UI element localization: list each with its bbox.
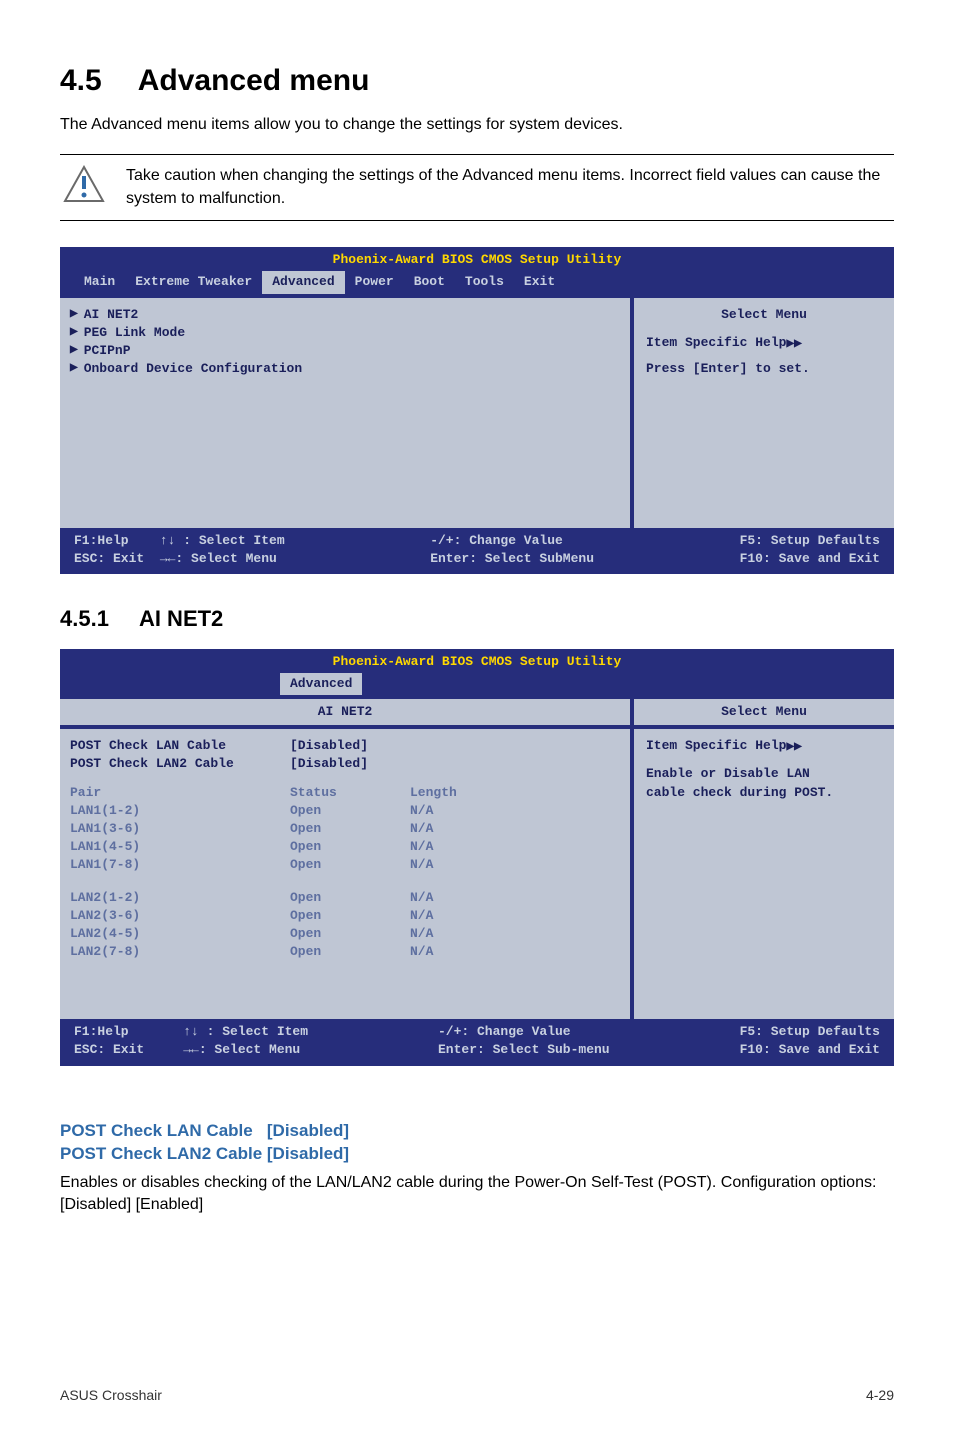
footer-col3: F5: Setup DefaultsF10: Save and Exit [740,532,880,568]
item-specific-help: Item Specific Help [646,737,882,755]
tab-main[interactable]: Main [74,271,125,293]
table-row: LAN1(1-2)OpenN/A [70,802,620,820]
footer-col1: F1:Help ↑↓ : Select ItemESC: Exit →←: Se… [74,532,285,568]
help-hint-line1: Enable or Disable LAN [646,765,882,783]
bios-title: Phoenix-Award BIOS CMOS Setup Utility [60,649,894,673]
option-body: Enables or disables checking of the LAN/… [60,1172,894,1217]
section-number: 4.5 [60,64,102,97]
bios-screen-advanced: Phoenix-Award BIOS CMOS Setup Utility Ma… [60,247,894,574]
table-row: LAN2(4-5)OpenN/A [70,925,620,943]
section-name: Advanced menu [138,64,370,97]
bios-title: Phoenix-Award BIOS CMOS Setup Utility [60,247,894,271]
arrow-right-icon [786,335,801,350]
caution-notice: Take caution when changing the settings … [60,154,894,221]
menu-item-ai-net2[interactable]: ▶AI NET2 [70,306,620,324]
bios-left-panel: POST Check LAN Cable [Disabled] POST Che… [60,729,634,1019]
tab-advanced[interactable]: Advanced [280,673,362,695]
triangle-icon: ▶ [70,362,78,376]
menu-item-peg-link[interactable]: ▶PEG Link Mode [70,324,620,342]
item-specific-help: Item Specific Help [646,334,882,352]
subsection-title: 4.5.1 AI NET2 [60,604,894,635]
tab-advanced[interactable]: Advanced [262,271,344,293]
triangle-icon: ▶ [70,326,78,340]
table-row: LAN1(7-8)OpenN/A [70,856,620,874]
bios-footer: F1:Help ↑↓ : Select ItemESC: Exit →←: Se… [60,1019,894,1065]
arrow-right-icon [786,738,801,753]
row-post-lan[interactable]: POST Check LAN Cable [Disabled] [70,737,620,755]
footer-right: 4-29 [866,1386,894,1406]
tab-power[interactable]: Power [345,271,404,293]
warning-icon [60,165,108,203]
subsection-name: AI NET2 [139,606,223,631]
bios-right-panel: Item Specific Help Enable or Disable LAN… [634,729,894,1019]
table-row: LAN2(1-2)OpenN/A [70,889,620,907]
footer-col1: F1:Help ↑↓ : Select ItemESC: Exit →←: Se… [74,1023,308,1059]
sub-heading-right: Select Menu [634,699,894,729]
menu-item-onboard-device[interactable]: ▶Onboard Device Configuration [70,360,620,378]
row-post-lan2[interactable]: POST Check LAN2 Cable [Disabled] [70,755,620,773]
notice-text: Take caution when changing the settings … [126,165,894,210]
tab-tools[interactable]: Tools [455,271,514,293]
tab-exit[interactable]: Exit [514,271,565,293]
bios-left-panel: ▶AI NET2 ▶PEG Link Mode ▶PCIPnP ▶Onboard… [60,298,634,528]
footer-col2: -/+: Change ValueEnter: Select SubMenu [430,532,594,568]
bios-right-panel: Select Menu Item Specific Help Press [En… [634,298,894,528]
section-title: 4.5 Advanced menu [60,60,894,102]
option-heading: POST Check LAN Cable [Disabled] POST Che… [60,1120,894,1166]
help-hint-line2: cable check during POST. [646,784,882,802]
sub-heading-left: AI NET2 [60,699,634,729]
help-hint: Press [Enter] to set. [646,360,882,378]
table-row: LAN2(7-8)OpenN/A [70,943,620,961]
table-row: LAN1(4-5)OpenN/A [70,838,620,856]
bios-screen-ai-net2: Phoenix-Award BIOS CMOS Setup Utility Ad… [60,649,894,1066]
menu-item-pcipnp[interactable]: ▶PCIPnP [70,342,620,360]
tab-boot[interactable]: Boot [404,271,455,293]
bios-menubar: Advanced [60,673,894,699]
table-row: LAN1(3-6)OpenN/A [70,820,620,838]
footer-col2: -/+: Change ValueEnter: Select Sub-menu [438,1023,610,1059]
triangle-icon: ▶ [70,344,78,358]
subsection-number: 4.5.1 [60,606,109,631]
bios-footer: F1:Help ↑↓ : Select ItemESC: Exit →←: Se… [60,528,894,574]
tab-extreme-tweaker[interactable]: Extreme Tweaker [125,271,262,293]
footer-col3: F5: Setup DefaultsF10: Save and Exit [740,1023,880,1059]
footer-left: ASUS Crosshair [60,1386,162,1406]
table-row: LAN2(3-6)OpenN/A [70,907,620,925]
page-footer: ASUS Crosshair 4-29 [60,1386,894,1406]
select-menu-label: Select Menu [646,306,882,324]
intro-text: The Advanced menu items allow you to cha… [60,114,894,136]
table-header: Pair Status Length [70,784,620,802]
bios-menubar: Main Extreme Tweaker Advanced Power Boot… [60,271,894,297]
triangle-icon: ▶ [70,308,78,322]
